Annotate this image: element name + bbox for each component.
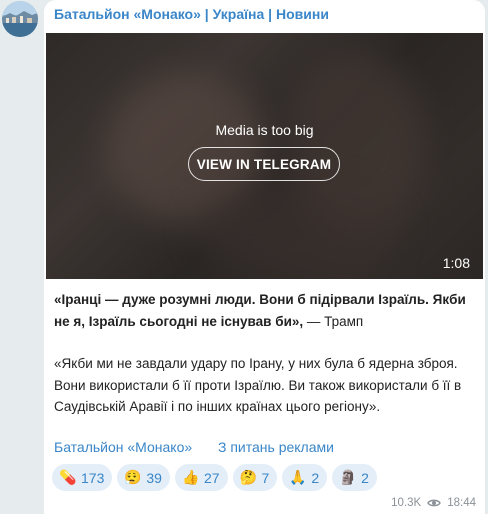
reaction-pill[interactable]: 💊 173 [52, 464, 113, 491]
moai-icon: 🗿 [339, 469, 357, 485]
video-duration: 1:08 [442, 255, 470, 271]
quote-1: «Іранці — дуже розумні люди. Вони б піді… [54, 292, 466, 329]
avatar-image [2, 1, 38, 37]
ads-link[interactable]: З питань реклами [218, 439, 334, 455]
folded-hands-icon: 🙏 [289, 469, 307, 485]
reaction-face-exhaling[interactable]: 😮‍💨 39 [117, 464, 170, 491]
thumbs-up-icon: 👍 [181, 469, 200, 485]
message-bubble: Батальйон «Монако» | Україна | Новини Me… [44, 0, 485, 514]
video-preview[interactable]: Media is too big VIEW IN TELEGRAM 1:08 [46, 33, 483, 279]
post-paragraph-1: «Іранці — дуже розумні люди. Вони б піді… [54, 289, 478, 332]
reaction-moai[interactable]: 🗿 2 [332, 464, 377, 491]
reaction-folded-hands[interactable]: 🙏 2 [282, 464, 328, 491]
pill-icon: 💊 [59, 469, 77, 485]
reactions-bar: 💊 173 😮‍💨 39 👍 27 🤔 7 🙏 2 🗿 2 [52, 464, 377, 491]
channel-title[interactable]: Батальйон «Монако» | Україна | Новини [54, 6, 329, 22]
quote-attribution: — Трамп [303, 313, 364, 329]
channel-avatar[interactable] [2, 1, 38, 37]
post-paragraph-2: «Якби ми не завдали удару по Ірану, у ни… [54, 356, 462, 414]
reaction-count: 2 [361, 469, 369, 486]
media-too-big-text: Media is too big [215, 122, 314, 138]
message-meta: 10.3K 18:44 [391, 497, 476, 509]
thinking-face-icon: 🤔 [239, 469, 257, 485]
view-in-telegram-button[interactable]: VIEW IN TELEGRAM [188, 147, 340, 181]
reaction-count: 39 [146, 469, 162, 486]
reaction-thinking[interactable]: 🤔 7 [232, 464, 278, 491]
eye-icon [427, 499, 442, 507]
message-time: 18:44 [447, 497, 476, 509]
video-blur-shape [196, 183, 396, 273]
reaction-count: 7 [261, 469, 270, 486]
reaction-count: 173 [81, 469, 105, 486]
channel-link[interactable]: Батальйон «Монако» [54, 439, 192, 455]
reaction-count: 27 [203, 469, 220, 486]
face-exhaling-icon: 😮‍💨 [124, 469, 142, 485]
reaction-thumbs-up[interactable]: 👍 27 [174, 464, 228, 491]
reaction-count: 2 [311, 469, 320, 486]
view-count: 10.3K [391, 497, 422, 509]
